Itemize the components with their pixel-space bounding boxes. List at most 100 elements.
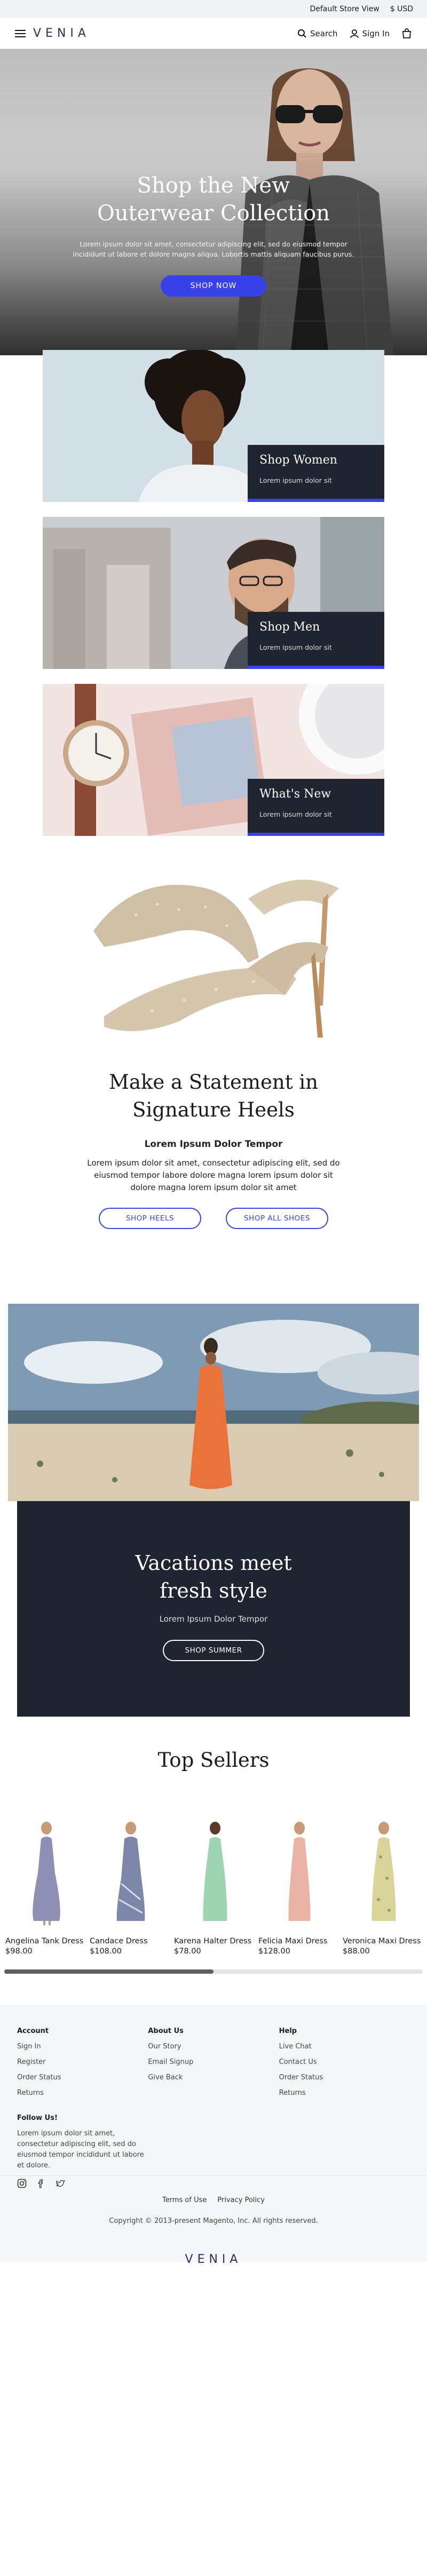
vacation-title: Vacations meet fresh style (17, 1549, 410, 1605)
follow-us-text: Lorem ipsum dolor sit amet, consectetur … (17, 2130, 144, 2170)
tile-shop-men[interactable]: Shop Men Lorem ipsum dolor sit (43, 517, 384, 669)
product-image (33, 1822, 60, 1925)
product-image (203, 1822, 227, 1921)
category-tiles: Shop Women Lorem ipsum dolor sit Shop Me… (0, 350, 427, 836)
product-name[interactable]: Karena Halter Dress (173, 1937, 257, 1945)
product-image (371, 1822, 396, 1921)
product-name[interactable]: Candace Dress (89, 1937, 173, 1945)
product-image (116, 1822, 145, 1921)
footer-account: Account Sign In Register Order Status Re… (17, 2027, 148, 2104)
privacy-link[interactable]: Privacy Policy (217, 2196, 265, 2204)
top-strip: Default Store View $ USD (0, 0, 427, 18)
tile-shop-women[interactable]: Shop Women Lorem ipsum dolor sit (43, 350, 384, 502)
footer-help: Help Live Chat Contact Us Order Status R… (279, 2027, 410, 2104)
tile-new-caption: What's New Lorem ipsum dolor sit (248, 779, 384, 836)
search-label: Search (310, 28, 338, 38)
follow-us-heading: Follow Us! (17, 2114, 58, 2122)
sign-in-button[interactable]: Sign In (350, 29, 390, 38)
footer-link[interactable]: Contact Us (279, 2058, 410, 2066)
footer-link[interactable]: Give Back (148, 2073, 279, 2081)
footer-link[interactable]: Our Story (148, 2043, 279, 2051)
user-icon (350, 29, 359, 38)
footer-link[interactable]: Register (17, 2058, 148, 2066)
product-card[interactable]: Candace Dress $108.00 (89, 1820, 173, 1956)
product-image (288, 1822, 311, 1921)
footer-help-heading: Help (279, 2027, 297, 2035)
footer-logo[interactable]: VENIA (0, 2253, 427, 2266)
search-button[interactable]: Search (297, 29, 338, 38)
hero-title: Shop the New Outerwear Collection (0, 172, 427, 227)
cart-icon[interactable] (401, 28, 412, 39)
heels-image (72, 867, 355, 1054)
product-price: $98.00 (5, 1947, 33, 1956)
product-price: $88.00 (343, 1947, 370, 1956)
tile-men-subtitle: Lorem ipsum dolor sit (259, 643, 332, 651)
product-price: $78.00 (174, 1947, 201, 1956)
shop-heels-button[interactable]: SHOP HEELS (99, 1208, 201, 1229)
footer-link[interactable]: Live Chat (279, 2043, 410, 2051)
footer-columns: Account Sign In Register Order Status Re… (17, 2027, 410, 2104)
top-sellers-title: Top Sellers (157, 1749, 270, 1772)
hero-content: Shop the New Outerwear Collection Lorem … (0, 172, 427, 297)
footer-link[interactable]: Returns (17, 2089, 148, 2097)
heels-title-line1: Make a Statement in (109, 1071, 318, 1094)
carousel-scroll-thumb[interactable] (4, 1969, 213, 1974)
tile-women-caption: Shop Women Lorem ipsum dolor sit (248, 445, 384, 502)
tile-whats-new[interactable]: What's New Lorem ipsum dolor sit (43, 684, 384, 836)
footer-link[interactable]: Order Status (17, 2073, 148, 2081)
tile-women-subtitle: Lorem ipsum dolor sit (259, 476, 332, 484)
footer-link[interactable]: Email Signup (148, 2058, 279, 2066)
menu-icon[interactable] (15, 29, 26, 37)
vacation-banner: Vacations meet fresh style Lorem Ipsum D… (17, 1501, 410, 1717)
logo[interactable]: VENIA (33, 27, 90, 40)
site-footer: Account Sign In Register Order Status Re… (0, 2005, 427, 2266)
heels-subtitle: Lorem Ipsum Dolor Tempor (144, 1139, 283, 1150)
currency-switcher[interactable]: $ USD (390, 5, 413, 13)
tile-new-title: What's New (259, 787, 331, 801)
store-view-switcher[interactable]: Default Store View (310, 5, 379, 13)
heels-buttons: SHOP HEELS SHOP ALL SHOES (0, 1208, 427, 1229)
vacation-image (8, 1304, 419, 1501)
hero-title-line1: Shop the New (137, 173, 290, 198)
tile-men-caption: Shop Men Lorem ipsum dolor sit (248, 612, 384, 669)
shop-summer-button[interactable]: SHOP SUMMER (162, 1640, 265, 1661)
product-name[interactable]: Felicia Maxi Dress (257, 1937, 342, 1945)
terms-link[interactable]: Terms of Use (162, 2196, 207, 2204)
copyright: Copyright © 2013-present Magento, Inc. A… (109, 2217, 318, 2225)
site-header: VENIA Search Sign In (0, 18, 427, 49)
vacation-title-line2: fresh style (160, 1579, 267, 1602)
footer-link[interactable]: Order Status (279, 2073, 410, 2081)
shop-now-button[interactable]: SHOP NOW (160, 275, 267, 297)
footer-about-heading: About Us (148, 2027, 184, 2035)
tile-new-subtitle: Lorem ipsum dolor sit (259, 810, 332, 818)
legal-links: Terms of Use Privacy Policy (0, 2196, 427, 2204)
header-actions: Search Sign In (297, 28, 412, 39)
hero-banner: Shop the New Outerwear Collection Lorem … (0, 49, 427, 355)
carousel-scrollbar[interactable] (4, 1969, 423, 1974)
footer-link[interactable]: Returns (279, 2089, 410, 2097)
shop-all-shoes-button[interactable]: SHOP ALL SHOES (226, 1208, 328, 1229)
sign-in-label: Sign In (362, 28, 390, 38)
product-card[interactable]: Angelina Tank Dress $98.00 (4, 1820, 89, 1956)
product-price: $128.00 (258, 1947, 290, 1956)
product-card[interactable]: Karena Halter Dress $78.00 (173, 1820, 257, 1956)
product-card[interactable]: Felicia Maxi Dress $128.00 (257, 1820, 342, 1956)
product-name[interactable]: Angelina Tank Dress (4, 1937, 89, 1945)
tile-women-title: Shop Women (259, 453, 337, 467)
tile-men-title: Shop Men (259, 620, 320, 634)
footer-link[interactable]: Sign In (17, 2043, 148, 2051)
product-price: $108.00 (90, 1947, 122, 1956)
footer-about: About Us Our Story Email Signup Give Bac… (148, 2027, 279, 2104)
heels-text: Lorem ipsum dolor sit amet, consectetur … (87, 1158, 340, 1192)
footer-account-heading: Account (17, 2027, 49, 2035)
vacation-title-line1: Vacations meet (135, 1551, 292, 1575)
product-carousel[interactable]: Angelina Tank Dress $98.00 Candace Dress… (0, 1820, 423, 1956)
hero-text: Lorem ipsum dolor sit amet, consectetur … (73, 240, 354, 258)
product-card[interactable]: Veronica Maxi Dress $88.00 (342, 1820, 423, 1956)
footer-bottom: Terms of Use Privacy Policy Copyright © … (0, 2175, 427, 2266)
vacation-subtitle: Lorem Ipsum Dolor Tempor (159, 1614, 268, 1624)
hero-title-line2: Outerwear Collection (97, 201, 330, 226)
search-icon (298, 29, 306, 38)
heels-title: Make a Statement in Signature Heels (0, 1068, 427, 1124)
product-name[interactable]: Veronica Maxi Dress (342, 1937, 423, 1945)
